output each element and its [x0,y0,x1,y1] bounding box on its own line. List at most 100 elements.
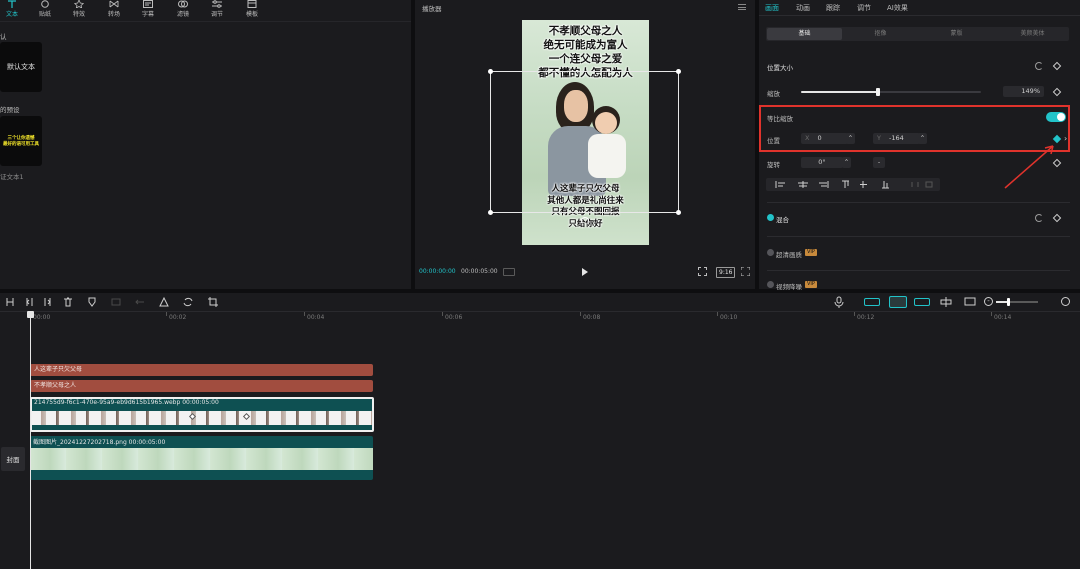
subtab-mask[interactable]: 蒙版 [919,28,994,40]
image-thumbnails [30,448,373,470]
playhead-handle[interactable] [27,311,34,318]
delete-icon[interactable] [62,296,74,308]
fit-icon[interactable] [698,267,707,276]
resize-handle[interactable] [676,210,681,215]
ruler-tick [580,312,581,316]
subtitle-toggle-icon[interactable] [503,268,515,276]
blend-keyframe-icon[interactable] [1052,213,1062,223]
y-input[interactable]: Y -164 [873,133,920,144]
scale-slider[interactable] [801,88,981,96]
tab-sticker[interactable]: 贴纸 [30,0,60,18]
chevron-right-icon[interactable]: › [1064,134,1067,143]
ratio-button[interactable]: 9:16 [716,267,736,278]
split-right-icon[interactable] [42,296,54,308]
tab-adjust[interactable]: 调节 [202,0,232,18]
thumbnail [32,411,372,425]
image-clip-label: 截图图片_20241227202718.png 00:00:05:00 [33,439,166,446]
play-icon[interactable] [582,268,588,276]
linkage-icon[interactable] [914,298,930,306]
tab-effects[interactable]: 特效 [64,0,94,18]
text-icon [8,0,16,8]
y-stepper[interactable]: ⌃ [918,133,927,144]
zoom-slider[interactable] [996,298,1038,306]
keyframe-icon[interactable] [1052,61,1062,71]
tab-picture[interactable]: 画面 [765,3,779,13]
resize-handle[interactable] [488,210,493,215]
tab-transition[interactable]: 转场 [99,0,129,18]
subtab-cutout[interactable]: 抠像 [843,28,918,40]
scale-input[interactable]: 149% [1003,86,1044,97]
adjust-icon [212,0,222,8]
ruler-label: 00:14 [994,314,1012,321]
default-text-card[interactable]: 默认文本 [0,42,42,92]
uniform-scale-toggle[interactable] [1046,112,1066,122]
scale-slider-knob[interactable] [876,88,881,96]
x-input[interactable]: X0 [801,133,848,144]
magnet-icon[interactable] [889,296,907,308]
tab-text[interactable]: 文本 [0,0,27,18]
rotate-extra-button[interactable]: - [873,157,885,168]
blend-reset-icon[interactable] [1035,214,1043,222]
transition-icon [109,0,119,8]
template-icon [247,0,257,8]
x-stepper[interactable]: ⌃ [846,133,855,144]
fullscreen-icon[interactable] [741,267,750,276]
player-title: 播放器 [422,5,442,13]
video-clip[interactable]: 214755d9-f6c1-470e-95a9-eb9d615b1965.web… [30,397,374,432]
ruler-tick [304,312,305,316]
tab-filter[interactable]: 滤镜 [168,0,198,18]
tab-animation[interactable]: 动画 [796,3,810,13]
ruler-label: 00:00 [33,314,51,321]
crop-icon[interactable] [207,296,219,308]
rotate-handle[interactable] [581,217,589,225]
blend-divider [767,202,1070,203]
caption-sync-icon[interactable] [964,296,976,308]
zoom-out-icon[interactable]: - [984,297,993,306]
uniform-scale-label: 等比缩放 [767,115,793,123]
rotate-stepper[interactable]: ⌃ [842,157,851,168]
reset-icon[interactable] [1035,62,1043,70]
preview-axis-icon[interactable] [940,296,952,308]
ruler-tick [854,312,855,316]
subtab-beauty[interactable]: 美颜美体 [995,28,1070,40]
player-menu-icon[interactable] [738,4,746,10]
super-res-label: 超清画质 [776,251,802,259]
playhead[interactable] [30,312,31,569]
zoom-fit-icon[interactable] [1061,297,1070,306]
section-position-size: 位置大小 [767,64,793,72]
ruler-label: 00:02 [169,314,187,321]
text-clip[interactable]: 不孝顺父母之人 [30,380,373,392]
time-current: 00:00:00:00 [419,268,456,275]
image-clip[interactable]: 截图图片_20241227202718.png 00:00:05:00 [30,436,373,480]
mirror-icon[interactable] [158,296,170,308]
tab-template[interactable]: 模板 [237,0,267,18]
resize-handle[interactable] [488,69,493,74]
tab-tracking[interactable]: 跟踪 [826,3,840,13]
preset-text-card[interactable]: 三个让你遗憾 最好的语可用工具 [0,116,42,166]
ruler-label: 00:08 [583,314,601,321]
rotate-icon[interactable] [182,296,194,308]
section-title-preset: 的预设 [0,106,20,114]
align-icons[interactable] [766,178,940,191]
scale-keyframe-icon[interactable] [1052,87,1062,97]
subtab-basic[interactable]: 基础 [767,28,842,40]
blend-checkbox[interactable] [767,214,774,221]
tab-caption[interactable]: 字幕 [133,0,163,18]
split-icon[interactable] [4,296,16,308]
denoise-checkbox[interactable] [767,281,774,288]
rotate-input[interactable]: 0° [801,157,843,168]
super-res-checkbox[interactable] [767,249,774,256]
cover-button[interactable]: 封面 [1,447,25,471]
microphone-icon[interactable] [833,296,845,308]
resize-handle[interactable] [676,69,681,74]
selection-box[interactable] [488,69,681,225]
link-main-track-icon[interactable] [864,298,880,306]
annotation-arrow [1004,145,1054,189]
text-clip[interactable]: 人这辈子只欠父母 [30,364,373,376]
tab-ai-effects[interactable]: AI效果 [887,3,908,13]
tab-adjust-props[interactable]: 调节 [857,3,871,13]
split-left-icon[interactable] [24,296,36,308]
tabs-divider [759,15,1080,16]
sticker-icon [41,0,49,8]
shield-icon[interactable] [86,296,98,308]
